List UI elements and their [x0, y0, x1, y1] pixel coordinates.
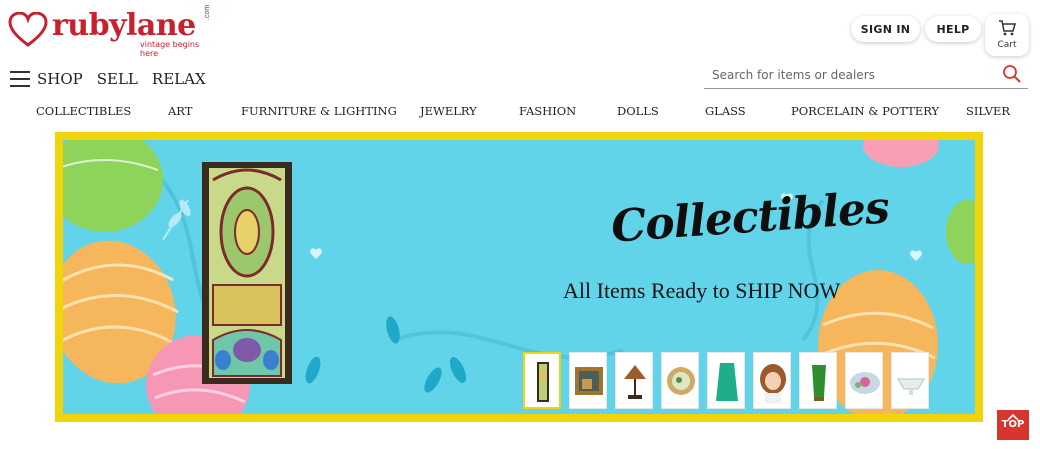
- category-furniture-lighting[interactable]: FURNITURE & LIGHTING: [241, 104, 397, 118]
- thumbnail-doll[interactable]: [753, 352, 791, 409]
- tiffany-lamp-icon: [624, 365, 646, 399]
- antique-doll-icon: [760, 364, 786, 403]
- stained-glass-panel-icon: [537, 362, 549, 402]
- thumbnail-painting[interactable]: [569, 352, 607, 409]
- hamburger-menu-icon[interactable]: [10, 71, 30, 87]
- banner-subtitle: All Items Ready to SHIP NOW: [563, 278, 841, 303]
- category-nav: COLLECTIBLES ART FURNITURE & LIGHTING JE…: [0, 104, 1040, 120]
- thumbnail-garment[interactable]: [707, 352, 745, 409]
- category-porcelain-pottery[interactable]: PORCELAIN & POTTERY: [791, 104, 939, 118]
- thumbnail-vase[interactable]: [799, 352, 837, 409]
- cart-label: Cart: [997, 40, 1017, 50]
- glass-dish-icon: [897, 378, 925, 395]
- back-to-top-button[interactable]: TOP: [997, 410, 1029, 440]
- brand-tagline: vintage begins here: [140, 40, 200, 58]
- sign-in-button[interactable]: SIGN IN: [851, 16, 920, 42]
- promo-banner[interactable]: Collectibles All Items Ready to SHIP NOW: [55, 132, 983, 422]
- back-to-top-label: TOP: [1001, 419, 1025, 430]
- nav-relax[interactable]: RELAX: [152, 70, 206, 88]
- category-art[interactable]: ART: [168, 104, 192, 118]
- cart-button[interactable]: Cart: [985, 14, 1029, 56]
- brand-name: rubylane: [52, 8, 196, 43]
- thumbnail-plate[interactable]: [661, 352, 699, 409]
- green-garment-icon: [716, 363, 738, 401]
- thumbnail-bowl[interactable]: [845, 352, 883, 409]
- brand-domain: .com: [204, 4, 211, 20]
- category-fashion[interactable]: FASHION: [519, 104, 576, 118]
- category-glass[interactable]: GLASS: [705, 104, 746, 118]
- search-input[interactable]: [712, 66, 992, 84]
- green-vase-icon: [812, 365, 826, 401]
- cart-icon: [999, 20, 1016, 36]
- main-nav: SHOP SELL RELAX: [37, 70, 206, 88]
- category-jewelry[interactable]: JEWELRY: [420, 104, 477, 118]
- category-dolls[interactable]: DOLLS: [617, 104, 659, 118]
- category-collectibles[interactable]: COLLECTIBLES: [36, 104, 131, 118]
- floral-bowl-icon: [850, 372, 880, 394]
- thumbnail-lamp[interactable]: [615, 352, 653, 409]
- framed-painting-icon: [575, 367, 603, 395]
- nav-shop[interactable]: SHOP: [37, 70, 83, 88]
- search-bar: [704, 62, 1028, 89]
- nav-sell[interactable]: SELL: [97, 70, 138, 88]
- search-icon[interactable]: [1002, 64, 1022, 84]
- thumbnail-stained-glass[interactable]: [523, 352, 561, 409]
- decorative-plate-icon: [667, 367, 695, 395]
- help-button[interactable]: HELP: [925, 16, 981, 42]
- thumbnail-strip: [523, 352, 929, 409]
- thumbnail-glass-dish[interactable]: [891, 352, 929, 409]
- banner-content: Collectibles All Items Ready to SHIP NOW: [63, 140, 975, 414]
- rubylane-logo[interactable]: rubylane .com vintage begins here: [8, 5, 218, 58]
- category-silver[interactable]: SILVER: [966, 104, 1010, 118]
- heart-logo-icon: [8, 12, 48, 47]
